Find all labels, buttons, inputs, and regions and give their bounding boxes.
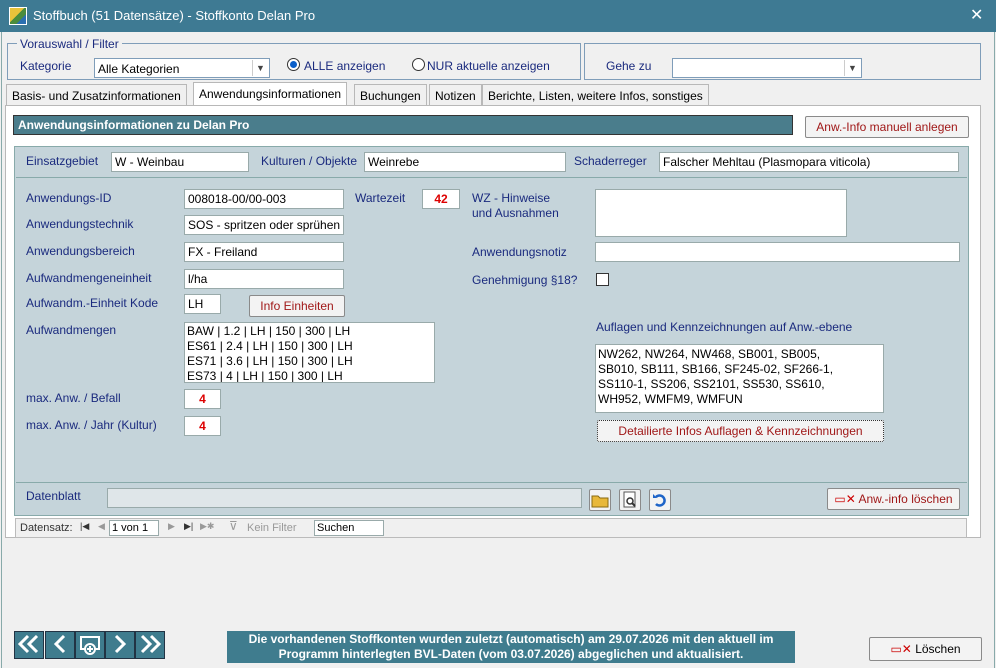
undo-icon[interactable]	[649, 489, 671, 511]
last-record-button[interactable]	[135, 631, 165, 659]
goto-label: Gehe zu	[606, 59, 652, 73]
tab-notizen[interactable]: Notizen	[429, 84, 482, 105]
anwendungsnotiz-label: Anwendungsnotiz	[472, 245, 567, 259]
kategorie-label: Kategorie	[20, 59, 72, 73]
loeschen-button[interactable]: ▭✕ Löschen	[869, 637, 982, 661]
filter-icon[interactable]: ⊽	[229, 519, 238, 533]
list-item: BAW | 1.2 | LH | 150 | 300 | LH	[187, 324, 351, 338]
auflagen-line: WH952, WMFM9, WMFUN	[598, 392, 743, 406]
delete-record-icon: ▭✕	[890, 642, 912, 656]
next-record-icon[interactable]: ▶	[168, 521, 175, 532]
einsatzgebiet-field[interactable]: W - Weinbau	[111, 152, 249, 172]
anwendungsnotiz-field[interactable]	[595, 242, 960, 262]
tab-berichte[interactable]: Berichte, Listen, weitere Infos, sonstig…	[482, 84, 709, 105]
list-item: ES71 | 3.6 | LH | 150 | 300 | LH	[187, 354, 353, 368]
datenblatt-divider	[16, 482, 967, 483]
new-record-button[interactable]	[75, 631, 105, 659]
record-position-field[interactable]: 1 von 1	[109, 520, 159, 536]
radio-current-label[interactable]: NUR aktuelle anzeigen	[427, 59, 550, 73]
wartezeit-label: Wartezeit	[355, 191, 406, 205]
kulturen-field[interactable]: Weinrebe	[364, 152, 566, 172]
prev-record-icon[interactable]: ◀	[98, 521, 105, 532]
datenblatt-label: Datenblatt	[26, 489, 81, 503]
status-line-1: Die vorhandenen Stoffkonten wurden zulet…	[248, 632, 774, 646]
max-befall-label: max. Anw. / Befall	[26, 391, 121, 405]
radio-current[interactable]	[412, 58, 425, 71]
aufwandmengeneinheit-label: Aufwandmengeneinheit	[26, 271, 152, 285]
datensatz-label: Datensatz:	[20, 522, 73, 534]
aufwandmengeneinheit-field[interactable]: l/ha	[184, 269, 344, 289]
auflagen-line: NW262, NW264, NW468, SB001, SB005,	[598, 347, 821, 361]
einheit-kode-label: Aufwandm.-Einheit Kode	[26, 296, 159, 310]
list-item: ES73 | 4 | LH | 150 | 300 | LH	[187, 369, 343, 383]
status-line-2: Programm hinterlegten BVL-Daten (vom 03.…	[278, 647, 744, 661]
anwendungstechnik-label: Anwendungstechnik	[26, 217, 134, 231]
schaderreger-field[interactable]: Falscher Mehltau (Plasmopara viticola)	[659, 152, 959, 172]
list-item: ES61 | 2.4 | LH | 150 | 300 | LH	[187, 339, 353, 353]
radio-all[interactable]	[287, 58, 300, 71]
chevron-down-icon[interactable]: ▼	[844, 60, 860, 76]
tab-buchungen[interactable]: Buchungen	[354, 84, 427, 105]
einheit-kode-field[interactable]: LH	[184, 294, 221, 314]
wz-hinweise-label-2: und Ausnahmen	[472, 206, 559, 220]
first-record-icon[interactable]: |◀	[80, 521, 89, 532]
einsatzgebiet-label: Einsatzgebiet	[26, 154, 99, 168]
close-icon[interactable]: ✕	[970, 5, 983, 25]
title-bar: Stoffbuch (51 Datensätze) - Stoffkonto D…	[0, 0, 996, 32]
auflagen-line: SB010, SB111, SB166, SF245-02, SF266-1,	[598, 362, 834, 376]
wz-hinweise-field[interactable]	[595, 189, 847, 237]
first-record-button[interactable]	[14, 631, 44, 659]
max-jahr-field[interactable]: 4	[184, 416, 221, 436]
datenblatt-field[interactable]	[107, 488, 582, 508]
auflagen-details-button[interactable]: Detailierte Infos Auflagen & Kennzeichnu…	[597, 420, 884, 442]
loeschen-label: Löschen	[915, 642, 961, 656]
aufwandmengen-list[interactable]: BAW | 1.2 | LH | 150 | 300 | LH ES61 | 2…	[184, 322, 435, 383]
app-icon	[9, 7, 27, 25]
anwendungsbereich-field[interactable]: FX - Freiland	[184, 242, 344, 262]
window-title: Stoffbuch (51 Datensätze) - Stoffkonto D…	[33, 8, 316, 23]
new-record-icon[interactable]: ▶✱	[200, 521, 214, 532]
next-record-button[interactable]	[105, 631, 135, 659]
wz-hinweise-label-1: WZ - Hinweise	[472, 191, 551, 205]
last-record-icon[interactable]: ▶|	[184, 521, 193, 532]
kulturen-label: Kulturen / Objekte	[261, 154, 358, 168]
preview-document-icon[interactable]	[619, 489, 641, 511]
aufwandmengen-label: Aufwandmengen	[26, 323, 117, 337]
search-input[interactable]: Suchen	[314, 520, 384, 536]
prev-record-button[interactable]	[45, 631, 75, 659]
chevron-down-icon[interactable]: ▼	[252, 60, 268, 76]
anwendungs-id-label: Anwendungs-ID	[26, 191, 112, 205]
kein-filter-label[interactable]: Kein Filter	[247, 522, 297, 534]
max-jahr-label: max. Anw. / Jahr (Kultur)	[26, 418, 157, 432]
genehmigung-checkbox[interactable]	[596, 273, 609, 286]
kategorie-select[interactable]: Alle Kategorien ▼	[94, 58, 270, 78]
status-message: Die vorhandenen Stoffkonten wurden zulet…	[227, 631, 795, 663]
wartezeit-field[interactable]: 42	[422, 189, 460, 209]
add-anw-info-button[interactable]: Anw.-Info manuell anlegen	[805, 116, 969, 138]
filter-legend: Vorauswahl / Filter	[17, 37, 122, 51]
anw-info-loeschen-label: Anw.-info löschen	[858, 492, 953, 506]
auflagen-field[interactable]: NW262, NW264, NW468, SB001, SB005, SB010…	[595, 344, 884, 413]
tab-basis[interactable]: Basis- und Zusatzinformationen	[6, 84, 187, 105]
anwendungstechnik-field[interactable]: SOS - spritzen oder sprühen	[184, 215, 344, 235]
genehmigung-label: Genehmigung §18?	[472, 273, 578, 287]
section-header: Anwendungsinformationen zu Delan Pro	[13, 115, 793, 135]
auflagen-line: SS110-1, SS206, SS2101, SS530, SS610,	[598, 377, 825, 391]
goto-select[interactable]: ▼	[672, 58, 862, 78]
anwendungsbereich-label: Anwendungsbereich	[26, 244, 135, 258]
max-befall-field[interactable]: 4	[184, 389, 221, 409]
radio-all-label[interactable]: ALLE anzeigen	[304, 59, 385, 73]
top-row-divider	[16, 177, 967, 178]
tab-anwendungsinformationen[interactable]: Anwendungsinformationen	[193, 82, 348, 105]
folder-open-icon[interactable]	[589, 489, 611, 511]
info-einheiten-button[interactable]: Info Einheiten	[249, 295, 345, 317]
schaderreger-label: Schaderreger	[574, 154, 647, 168]
anwendungs-id-field[interactable]: 008018-00/00-003	[184, 189, 344, 209]
kategorie-value: Alle Kategorien	[98, 62, 180, 76]
delete-record-icon: ▭✕	[834, 492, 856, 506]
auflagen-label: Auflagen und Kennzeichnungen auf Anw.-eb…	[596, 320, 853, 334]
anw-info-loeschen-button[interactable]: ▭✕ Anw.-info löschen	[827, 488, 960, 510]
